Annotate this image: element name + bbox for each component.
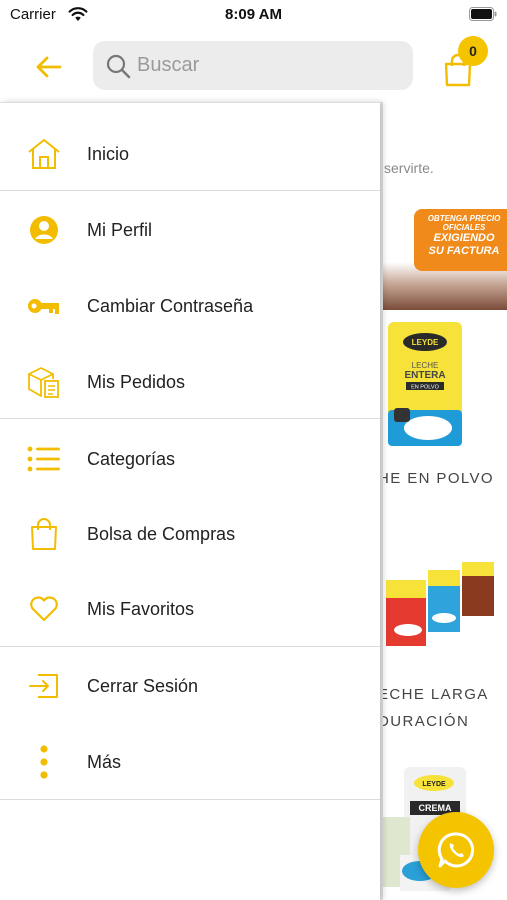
menu-item-categorias[interactable]: Categorías — [0, 422, 380, 496]
profile-icon — [25, 211, 63, 249]
search-input[interactable] — [137, 54, 397, 77]
menu-divider — [0, 418, 380, 419]
promo-line-4: SU FACTURA — [428, 245, 500, 258]
menu-item-mis-pedidos[interactable]: Mis Pedidos — [0, 345, 380, 419]
menu-item-cerrar-sesion[interactable]: Cerrar Sesión — [0, 649, 380, 723]
cream-pack-brand: LEYDE — [422, 781, 446, 788]
menu-label-mis-favoritos: Mis Favoritos — [87, 598, 195, 619]
navigation-drawer: Inicio Mi Perfil Cambiar Contraseña Mis … — [0, 102, 380, 900]
home-icon — [25, 135, 63, 173]
search-bar — [93, 41, 413, 90]
menu-divider — [0, 646, 380, 647]
product-image-leche-larga[interactable] — [382, 560, 502, 650]
pack-brand: LEYDE — [412, 338, 439, 347]
promo-banner[interactable]: OBTENGA PRECIO OFICIALES EXIGIENDO SU FA… — [380, 204, 507, 310]
menu-divider — [0, 799, 380, 800]
menu-label-mis-pedidos: Mis Pedidos — [87, 371, 186, 392]
menu-label-bolsa-de-compras: Bolsa de Compras — [87, 523, 236, 544]
promo-line-1: OBTENGA PRECIO — [427, 214, 501, 223]
product-image-leche-polvo[interactable]: LEYDE LECHE ENTERA EN POLVO — [382, 320, 468, 450]
menu-label-cambiar-contrasena: Cambiar Contraseña — [87, 295, 254, 316]
promo-line-3: EXIGIENDO — [433, 232, 495, 245]
pack-line-3: EN POLVO — [411, 385, 439, 391]
heart-icon — [25, 590, 63, 628]
intro-text: servirte. — [384, 160, 434, 176]
shopping-bag-icon — [25, 515, 63, 553]
menu-item-bolsa-de-compras[interactable]: Bolsa de Compras — [0, 497, 380, 571]
promo-line-2: OFICIALES — [442, 223, 486, 233]
menu-item-mas[interactable]: Más — [0, 725, 380, 799]
menu-label-cerrar-sesion: Cerrar Sesión — [87, 675, 199, 696]
cream-pack-line: CREMA — [419, 803, 452, 813]
cart-count-badge: 0 — [458, 36, 488, 66]
search-icon — [106, 54, 131, 78]
menu-item-cambiar-contrasena[interactable]: Cambiar Contraseña — [0, 269, 380, 343]
background-page: servirte. OBTENGA PRECIO OFICIALES EXIGI… — [380, 102, 507, 900]
product-title-leche-larga: ECHE LARGA — [380, 686, 489, 703]
back-button[interactable] — [30, 48, 68, 86]
clock: 8:09 AM — [225, 6, 282, 23]
menu-label-categorias: Categorías — [87, 448, 176, 469]
menu-item-mis-favoritos[interactable]: Mis Favoritos — [0, 572, 380, 646]
whatsapp-icon — [437, 832, 475, 868]
menu-item-mi-perfil[interactable]: Mi Perfil — [0, 193, 380, 267]
promo-tag: OBTENGA PRECIO OFICIALES EXIGIENDO SU FA… — [414, 209, 507, 271]
whatsapp-button[interactable] — [418, 812, 494, 888]
battery-icon — [469, 7, 497, 21]
pack-line-1: LECHE — [412, 361, 439, 370]
menu-label-mas: Más — [87, 751, 122, 772]
orders-icon — [25, 363, 63, 401]
menu-item-inicio[interactable]: Inicio — [0, 117, 380, 191]
menu-divider — [0, 190, 380, 191]
product-title-leche-polvo: HE EN POLVO — [380, 470, 494, 487]
logout-icon — [25, 667, 63, 705]
key-icon — [25, 287, 63, 325]
pack-line-2: ENTERA — [404, 370, 445, 381]
product-title-leche-larga-2: DURACIÓN — [380, 713, 470, 730]
drawer-edge — [380, 102, 383, 900]
arrow-left-icon — [36, 56, 62, 78]
status-bar: Carrier 8:09 AM — [0, 0, 507, 30]
app-header: 0 — [0, 30, 507, 102]
menu-label-inicio: Inicio — [87, 143, 130, 164]
more-vertical-icon — [25, 743, 63, 781]
menu-label-mi-perfil: Mi Perfil — [87, 219, 153, 240]
list-icon — [25, 440, 63, 478]
